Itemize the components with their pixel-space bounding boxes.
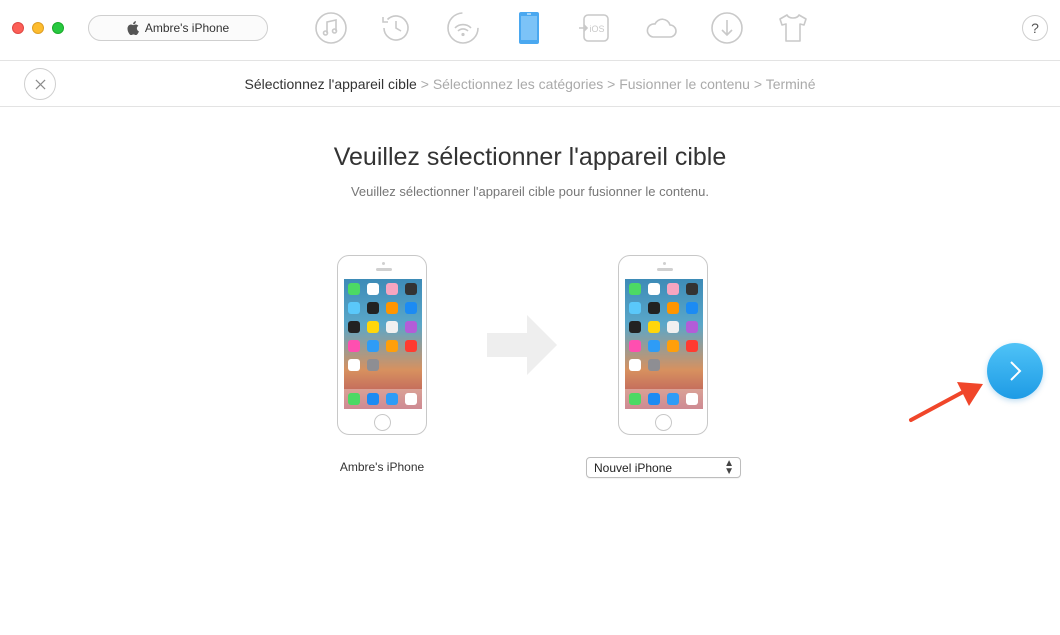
device-selector[interactable]: Ambre's iPhone [88, 15, 268, 41]
music-icon[interactable] [313, 10, 349, 46]
history-icon[interactable] [378, 10, 414, 46]
window-close-button[interactable] [12, 22, 24, 34]
device-selector-label: Ambre's iPhone [144, 21, 230, 35]
window-minimize-button[interactable] [32, 22, 44, 34]
wifi-sync-icon[interactable] [445, 10, 481, 46]
cloud-icon[interactable] [643, 10, 679, 46]
target-device-image [618, 255, 708, 435]
breadcrumb-step-select-categories: Sélectionnez les catégories [432, 76, 604, 92]
breadcrumb-step-done: Terminé [765, 76, 816, 92]
breadcrumb-separator: > [603, 76, 620, 92]
target-device-select-value: Nouvel iPhone [594, 461, 673, 475]
help-label: ? [1031, 20, 1039, 36]
iphone-icon[interactable] [511, 10, 547, 46]
breadcrumb-step-select-device: Sélectionnez l'appareil cible [244, 76, 417, 92]
transfer-arrow-icon [487, 315, 557, 375]
svg-text:iOS: iOS [589, 24, 604, 34]
source-device-label: Ambre's iPhone [339, 460, 425, 474]
page-title: Veuillez sélectionner l'appareil cible [333, 143, 727, 171]
help-button[interactable]: ? [1022, 15, 1048, 41]
breadcrumb-divider [0, 106, 1060, 107]
target-device-select[interactable]: Nouvel iPhone ▲ ▼ [586, 457, 741, 478]
source-device-image [337, 255, 427, 435]
page-subtitle: Veuillez sélectionner l'appareil cible p… [350, 184, 710, 199]
toolbar-divider [0, 60, 1060, 61]
chevron-right-icon [1010, 361, 1022, 381]
breadcrumb: Sélectionnez l'appareil cible > Sélectio… [0, 76, 1060, 92]
breadcrumb-step-merge-content: Fusionner le contenu [619, 76, 750, 92]
toolbar: Ambre's iPhone iOS ? [0, 0, 1060, 60]
breadcrumb-separator: > [749, 76, 766, 92]
download-icon[interactable] [709, 10, 745, 46]
tshirt-icon[interactable] [775, 10, 811, 46]
breadcrumb-separator: > [416, 76, 433, 92]
annotation-arrow-icon [909, 382, 983, 422]
apple-icon [127, 21, 139, 35]
ios-transfer-icon[interactable]: iOS [577, 10, 613, 46]
next-button[interactable] [987, 343, 1043, 399]
window-zoom-button[interactable] [52, 22, 64, 34]
select-chevron-icon: ▲ ▼ [724, 458, 734, 477]
